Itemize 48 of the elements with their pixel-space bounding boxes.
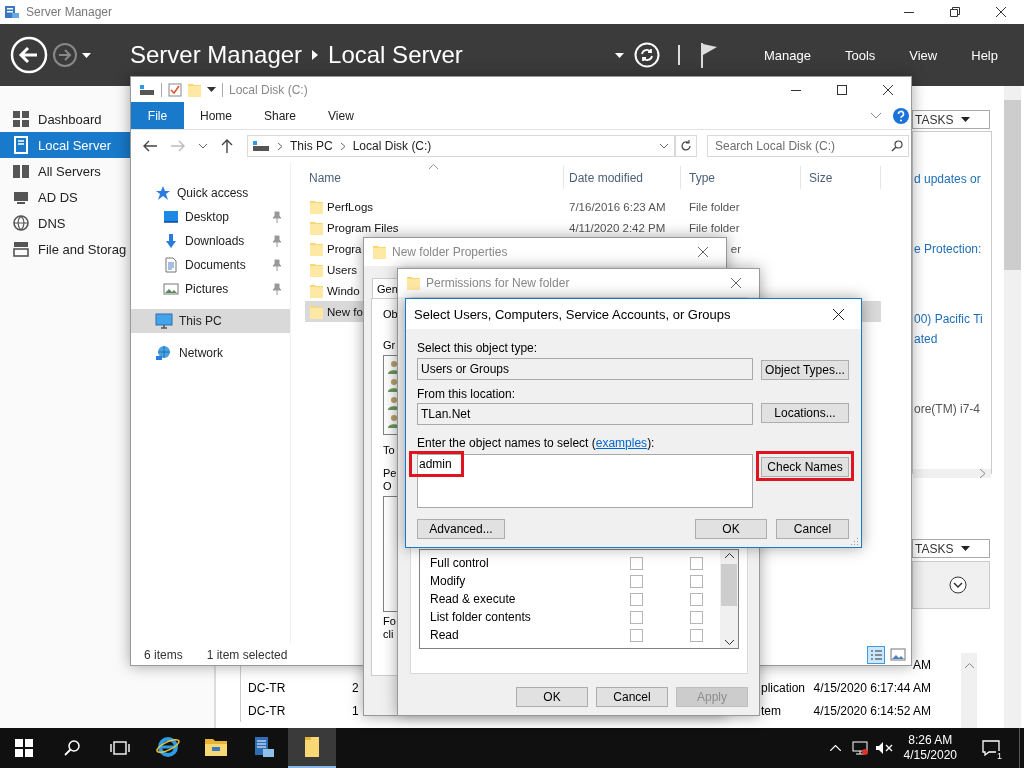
status-text: 6 items (144, 647, 183, 662)
type-cell: er (730, 242, 741, 255)
field-label: From this location: (417, 387, 517, 401)
dialog-text: Fo (383, 615, 396, 628)
window-title: Select Users, Computers, Service Accounts, or Groups (414, 306, 731, 322)
dialog-text: Ob (383, 308, 398, 321)
event-cell: tem (761, 703, 781, 718)
event-server: DC-TR (247, 703, 286, 718)
property-text: ore(TM) i7-4 (914, 401, 981, 418)
breadcrumb-item: Server Manager (130, 41, 303, 69)
field-label: Select this object type: (417, 341, 539, 355)
dialog-text: To (383, 444, 395, 457)
file-name: Users (327, 263, 358, 276)
event-time: AM (913, 657, 931, 672)
permission-name: Modify (430, 574, 467, 588)
window-title: Permissions for New folder (426, 276, 570, 290)
permission-name: List folder contents (430, 610, 532, 624)
file-name: Progra (327, 242, 362, 255)
event-cell: 1 (352, 703, 359, 718)
clock-time: 8:26 AM (908, 733, 953, 748)
event-cell: plication (761, 680, 806, 695)
permission-name: Read (430, 628, 460, 642)
file-name: PerfLogs (327, 200, 374, 213)
field-label: Enter the object names to select (examples): (417, 436, 656, 450)
date-cell: 4/11/2020 2:42 PM (569, 221, 666, 234)
file-name: Windo (327, 284, 360, 297)
clock-date: 4/15/2020 (903, 748, 957, 763)
dialog-text: Pe (383, 467, 397, 480)
window-title: Server Manager (26, 5, 113, 19)
dialog-text: O (383, 480, 392, 493)
permission-name: Read & execute (430, 592, 517, 606)
event-server: DC-TR (247, 680, 286, 695)
event-time: 4/15/2020 6:14:52 AM (813, 703, 931, 718)
dialog-text: cli (383, 628, 394, 641)
notification-count: 1 (996, 751, 1003, 761)
dialog-text: Gr (383, 339, 396, 352)
file-name: Program Files (327, 221, 399, 234)
permission-name: Full control (430, 556, 490, 570)
event-time: 4/15/2020 6:17:44 AM (813, 680, 931, 695)
date-cell: 7/16/2016 6:23 AM (569, 200, 666, 213)
type-cell: File folder (689, 221, 740, 234)
status-text: 1 item selected (206, 647, 288, 662)
file-name: New fo (327, 305, 363, 318)
breadcrumb-item: Local Server (328, 41, 463, 69)
window-title: Local Disk (C:) (229, 82, 308, 97)
window-title: New folder Properties (392, 245, 508, 259)
event-cell: 2 (352, 680, 359, 695)
type-cell: File folder (689, 200, 740, 213)
